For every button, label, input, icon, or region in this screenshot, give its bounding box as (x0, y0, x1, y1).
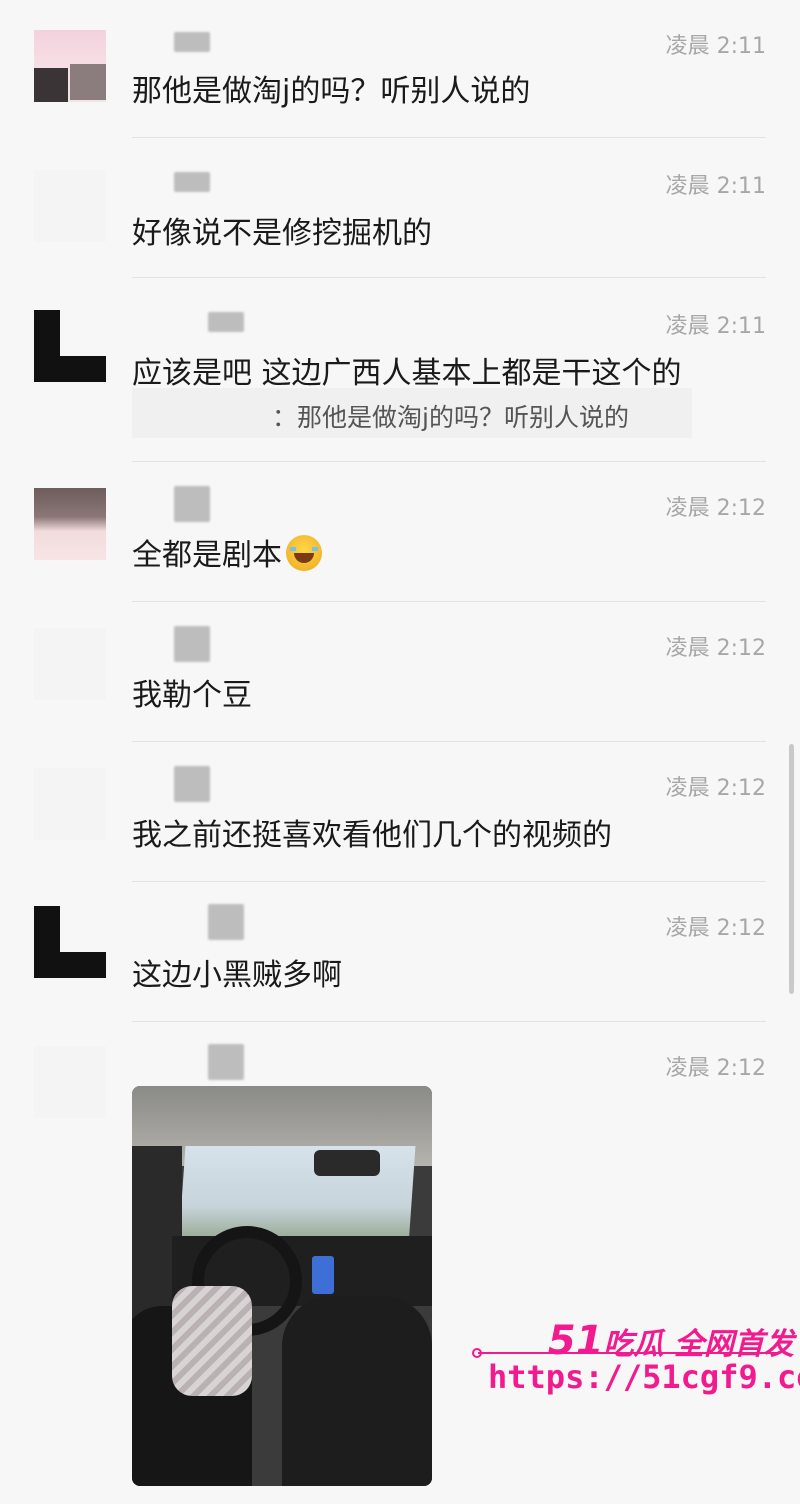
scrollbar[interactable] (789, 744, 794, 994)
message-time: 凌晨 2:11 (665, 34, 766, 59)
watermark-brand-text: 吃瓜 全网首发 (603, 1327, 794, 1362)
message-item: 凌晨 2:11 应该是吧 这边广西人基本上都是干这个的 ：那他是做淘j的吗？听别… (0, 278, 800, 462)
message-time: 凌晨 2:11 (665, 174, 766, 199)
message-time: 凌晨 2:11 (665, 314, 766, 339)
sender-name-blurred (208, 904, 244, 940)
message-text[interactable]: 这边小黑贼多啊 (132, 950, 342, 994)
avatar[interactable] (34, 906, 106, 978)
avatar[interactable] (34, 170, 106, 242)
sender-name-blurred (174, 486, 210, 522)
message-item: 凌晨 2:12 这边小黑贼多啊 (0, 882, 800, 1022)
car-interior-photo[interactable] (132, 1086, 432, 1486)
message-time: 凌晨 2:12 (665, 496, 766, 521)
phone-on-dashboard (312, 1256, 334, 1294)
avatar[interactable] (34, 30, 106, 102)
quoted-message-text: ：那他是做淘j的吗？听别人说的 (272, 403, 629, 432)
message-text[interactable]: 应该是吧 这边广西人基本上都是干这个的 (132, 348, 682, 392)
message-time: 凌晨 2:12 (665, 776, 766, 801)
watermark: 51吃瓜 全网首发 https://51cgf9.com (472, 1318, 800, 1408)
message-time: 凌晨 2:12 (665, 916, 766, 941)
message-text[interactable]: 我之前还挺喜欢看他们几个的视频的 (132, 810, 612, 854)
avatar[interactable] (34, 628, 106, 700)
message-text[interactable]: 我勒个豆 (132, 670, 252, 714)
sender-name-blurred (174, 766, 210, 802)
sender-name-blurred (174, 172, 210, 192)
message-time: 凌晨 2:12 (665, 636, 766, 661)
sender-name-blurred (174, 626, 210, 662)
message-item: 凌晨 2:12 我勒个豆 (0, 602, 800, 742)
watermark-circuit-line (472, 1348, 778, 1358)
sender-name-blurred (208, 1044, 244, 1080)
sender-name-blurred (174, 32, 210, 52)
face-with-tears-of-joy-icon (286, 535, 322, 571)
message-time: 凌晨 2:12 (665, 1056, 766, 1081)
avatar[interactable] (34, 768, 106, 840)
message-text-content: 全都是剧本 (132, 538, 282, 573)
rearview-mirror (314, 1150, 380, 1176)
message-item: 凌晨 2:12 我之前还挺喜欢看他们几个的视频的 (0, 742, 800, 882)
message-text[interactable]: 全都是剧本 (132, 530, 322, 574)
avatar[interactable] (34, 1046, 106, 1118)
watermark-url: https://51cgf9.com (488, 1358, 800, 1396)
message-item: 凌晨 2:11 那他是做淘j的吗？听别人说的 (0, 0, 800, 138)
avatar[interactable] (34, 310, 106, 382)
message-item: 凌晨 2:12 全都是剧本 (0, 462, 800, 602)
message-text[interactable]: 那他是做淘j的吗？听别人说的 (132, 66, 530, 110)
message-item: 凌晨 2:11 好像说不是修挖掘机的 (0, 138, 800, 278)
message-text[interactable]: 好像说不是修挖掘机的 (132, 208, 432, 252)
sender-name-blurred (208, 312, 244, 332)
avatar[interactable] (34, 488, 106, 560)
